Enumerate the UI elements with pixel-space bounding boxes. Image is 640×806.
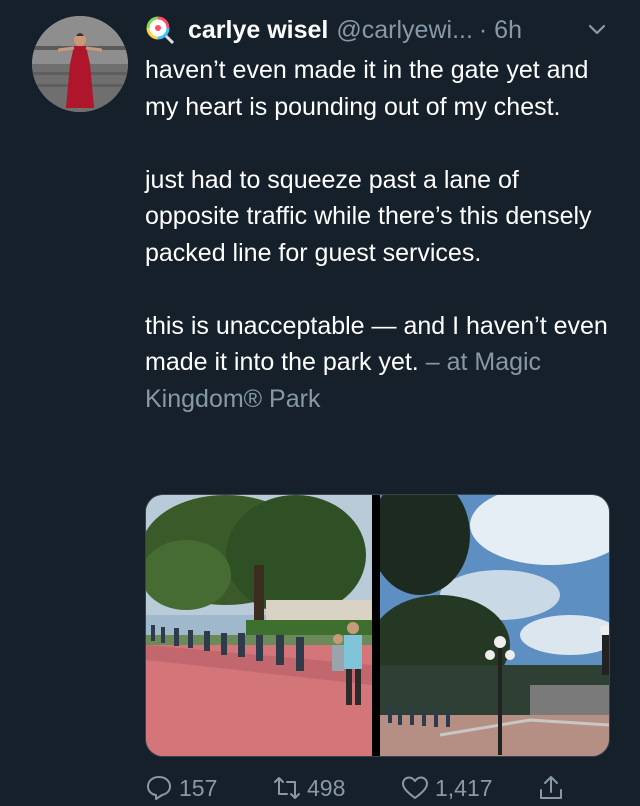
tweet-header: carlye wisel @carlyewi... · 6h — [146, 14, 624, 46]
tweet-paragraph: just had to squeeze past a lane of oppos… — [145, 165, 592, 267]
reply-count: 157 — [179, 774, 218, 801]
lollipop-emoji-icon — [146, 16, 174, 44]
author-name[interactable]: carlye wisel — [188, 16, 328, 45]
retweet-icon — [274, 777, 300, 799]
media-photo-1[interactable] — [146, 495, 372, 756]
author-handle[interactable]: @carlyewi... — [336, 16, 473, 45]
reply-button[interactable]: 157 — [145, 774, 273, 802]
like-button[interactable]: 1,417 — [401, 774, 537, 802]
reply-icon — [147, 776, 171, 800]
like-count: 1,417 — [435, 774, 493, 801]
chevron-down-icon[interactable] — [586, 18, 608, 40]
avatar-photo — [32, 16, 128, 112]
share-button[interactable] — [537, 774, 571, 802]
avatar[interactable] — [32, 16, 128, 112]
tweet-paragraph: haven’t even made it in the gate yet and… — [145, 56, 589, 121]
share-icon — [540, 776, 562, 799]
retweet-button[interactable]: 498 — [273, 774, 401, 802]
heart-icon — [402, 776, 428, 799]
media-photo-2[interactable] — [380, 495, 609, 756]
tweet-actions: 157 498 1,417 — [145, 770, 615, 806]
tweet-text: haven’t even made it in the gate yet and… — [145, 52, 615, 454]
media-gallery[interactable] — [145, 494, 610, 757]
retweet-count: 498 — [307, 774, 346, 801]
tweet-paragraph-last: this is unacceptable — and I haven’t eve… — [145, 308, 615, 418]
tweet-time[interactable]: · 6h — [479, 16, 522, 45]
